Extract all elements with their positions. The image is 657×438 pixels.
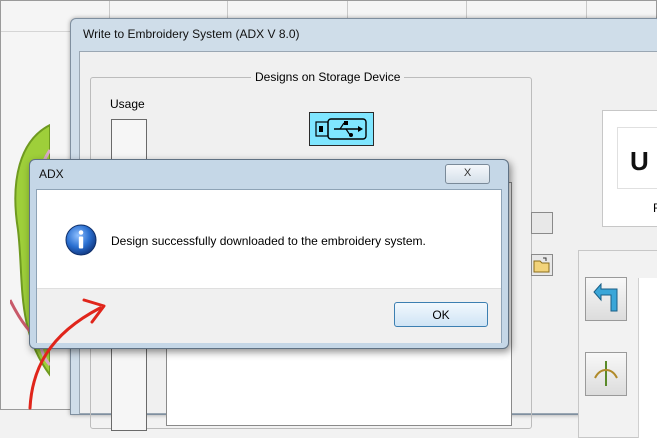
annotation-arrow-icon [28, 298, 106, 410]
